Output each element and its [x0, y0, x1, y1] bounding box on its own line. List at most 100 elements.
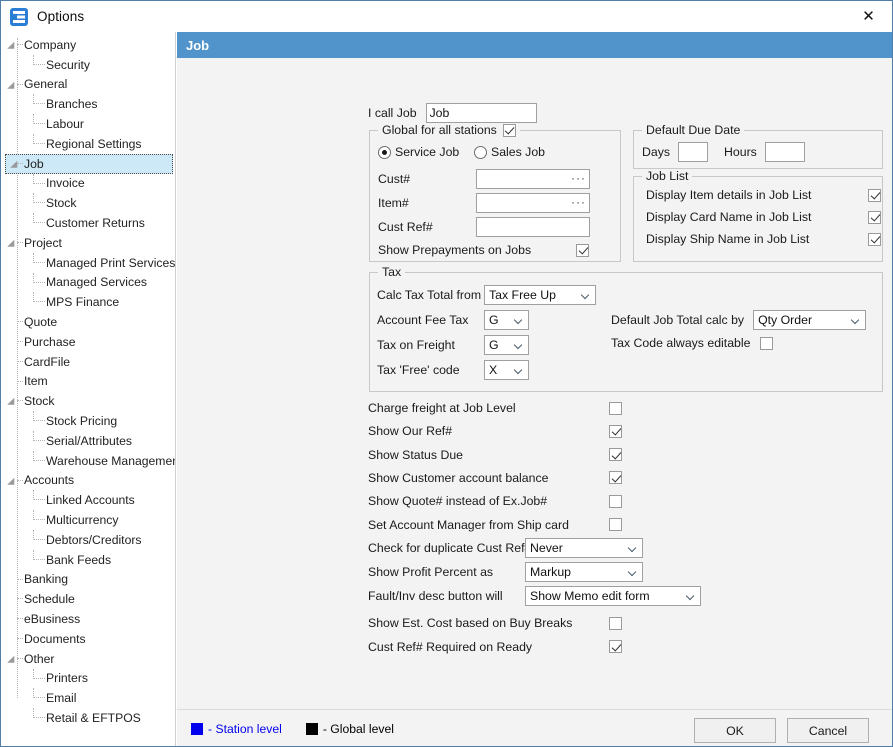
sidebar-item-project[interactable]: Project [2, 233, 175, 253]
sidebar-item-debtors-creditors[interactable]: Debtors/Creditors [2, 529, 175, 550]
item-number-input[interactable] [476, 193, 590, 213]
sidebar-item-email[interactable]: Email [2, 688, 175, 708]
job-select-control[interactable]: Never [525, 538, 643, 558]
sidebar-item-label: Accounts [24, 473, 75, 488]
tree-connector-vertical [33, 94, 34, 105]
job-option-label: Show Our Ref# [368, 424, 453, 439]
job-select-control[interactable]: Show Memo edit form [525, 586, 701, 606]
job-option-checkbox[interactable] [609, 448, 622, 462]
job-list-option-row: Display Item details in Job List [646, 188, 881, 202]
service-job-radio-row[interactable]: Service Job [378, 145, 459, 159]
sidebar-item-printers[interactable]: Printers [2, 668, 175, 689]
chevron-down-icon [687, 593, 694, 597]
legend-swatch [191, 723, 203, 735]
sidebar-item-multicurrency[interactable]: Multicurrency [2, 510, 175, 530]
ok-button[interactable]: OK [694, 718, 776, 743]
sidebar-item-stock[interactable]: Stock [2, 193, 175, 213]
service-job-radio[interactable] [378, 145, 391, 159]
sidebar-item-job[interactable]: Job [5, 153, 173, 174]
default-job-total-calc-by-select[interactable]: Qty Order [753, 310, 867, 330]
sidebar-item-invoice[interactable]: Invoice [2, 173, 175, 194]
cust-number-lookup[interactable]: ··· [476, 169, 590, 189]
sidebar-item-label: Stock Pricing [46, 414, 118, 429]
account-fee-tax-select[interactable]: G [484, 310, 529, 330]
sidebar-item-item[interactable]: Item [2, 372, 175, 392]
calc-tax-total-from-row: Calc Tax Total from Tax Free Up [377, 285, 596, 305]
dialog-footer: - Station level - Global level OK Cancel [177, 709, 892, 746]
sidebar-item-labour[interactable]: Labour [2, 114, 175, 134]
sidebar-item-linked-accounts[interactable]: Linked Accounts [2, 490, 175, 510]
sidebar-item-bank-feeds[interactable]: Bank Feeds [2, 549, 175, 570]
job-option-checkbox[interactable] [609, 471, 622, 485]
calc-tax-total-from-select[interactable]: Tax Free Up [484, 285, 596, 305]
global-group-caption: Global for all stations [378, 123, 520, 137]
sidebar-item-customer-returns[interactable]: Customer Returns [2, 213, 175, 233]
job-list-option-checkbox[interactable] [868, 210, 881, 224]
job-list-option-checkbox[interactable] [868, 232, 881, 246]
job-list-option-row: Display Card Name in Job List [646, 210, 881, 224]
sidebar-item-purchase[interactable]: Purchase [2, 332, 175, 352]
item-number-lookup[interactable]: ··· [476, 193, 590, 213]
tree-connector [33, 103, 45, 105]
tax-code-always-editable-checkbox[interactable] [760, 336, 774, 350]
global-for-all-stations-checkbox[interactable] [502, 123, 516, 137]
job-option-row: Show Est. Cost based on Buy Breaks [368, 612, 628, 634]
sidebar-item-mps-finance[interactable]: MPS Finance [2, 292, 175, 312]
sidebar-item-quote[interactable]: Quote [2, 312, 175, 332]
sidebar-item-label: Project [24, 235, 62, 250]
sidebar-item-accounts[interactable]: Accounts [2, 471, 175, 491]
cust-number-input[interactable] [476, 169, 590, 189]
tree-connector [33, 222, 45, 224]
sidebar-item-managed-services[interactable]: Managed Services [2, 272, 175, 293]
due-days-input[interactable] [678, 142, 709, 162]
service-job-label: Service Job [395, 145, 460, 159]
sidebar-item-company[interactable]: Company [2, 35, 175, 55]
sidebar-item-general[interactable]: General [2, 75, 175, 95]
sidebar-item-regional-settings[interactable]: Regional Settings [2, 133, 175, 154]
sidebar-item-label: CardFile [24, 354, 71, 369]
sidebar-item-managed-print-services[interactable]: Managed Print Services [2, 252, 175, 273]
job-option-checkbox[interactable] [609, 494, 622, 508]
job-option-checkbox[interactable] [609, 401, 622, 415]
sidebar-item-documents[interactable]: Documents [2, 629, 175, 649]
tax-free-code-select[interactable]: X [484, 360, 529, 380]
calc-tax-total-from-label: Calc Tax Total from [377, 288, 482, 302]
tree-connector [17, 598, 23, 600]
sidebar-item-ebusiness[interactable]: eBusiness [2, 609, 175, 629]
job-list-option-checkbox[interactable] [868, 188, 881, 202]
tree-connector-vertical [33, 708, 34, 719]
job-option-checkbox[interactable] [609, 616, 622, 630]
tree-connector [33, 301, 45, 303]
sidebar-item-security[interactable]: Security [2, 54, 175, 75]
sidebar-item-stock[interactable]: Stock [2, 391, 175, 411]
cust-ref-input[interactable] [476, 217, 590, 237]
tax-on-freight-select[interactable]: G [484, 335, 529, 355]
due-hours-input[interactable] [764, 142, 805, 162]
sidebar-item-retail-eftpos[interactable]: Retail & EFTPOS [2, 708, 175, 728]
settings-tree[interactable]: Company Security General Branches Labour Regi… [2, 32, 176, 746]
job-option-checkbox[interactable] [609, 518, 622, 531]
due-days-label: Days [642, 145, 671, 159]
tree-connector-vertical [33, 193, 34, 204]
sales-job-radio-row[interactable]: Sales Job [474, 145, 545, 159]
sales-job-radio[interactable] [474, 145, 487, 159]
job-select-control[interactable]: Markup [525, 562, 643, 582]
sidebar-item-label: Warehouse Management [46, 453, 176, 468]
show-prepayments-checkbox[interactable] [576, 243, 589, 257]
job-option-checkbox[interactable] [609, 640, 622, 653]
sidebar-item-label: Customer Returns [46, 216, 145, 231]
sidebar-item-label: Debtors/Creditors [46, 532, 142, 547]
sidebar-item-banking[interactable]: Banking [2, 570, 175, 590]
i-call-job-input[interactable] [425, 103, 537, 123]
sidebar-item-stock-pricing[interactable]: Stock Pricing [2, 411, 175, 431]
sidebar-item-warehouse-management[interactable]: Warehouse Management [2, 450, 176, 471]
sidebar-item-cardfile[interactable]: CardFile [2, 352, 175, 372]
sidebar-item-serial-attributes[interactable]: Serial/Attributes [2, 430, 175, 451]
job-option-checkbox[interactable] [609, 424, 622, 438]
cancel-button[interactable]: Cancel [787, 718, 869, 743]
sidebar-item-schedule[interactable]: Schedule [2, 589, 175, 609]
close-icon[interactable]: ✕ [845, 1, 892, 31]
tree-connector-vertical [33, 54, 34, 65]
sidebar-item-other[interactable]: Other [2, 649, 175, 669]
sidebar-item-branches[interactable]: Branches [2, 94, 175, 114]
